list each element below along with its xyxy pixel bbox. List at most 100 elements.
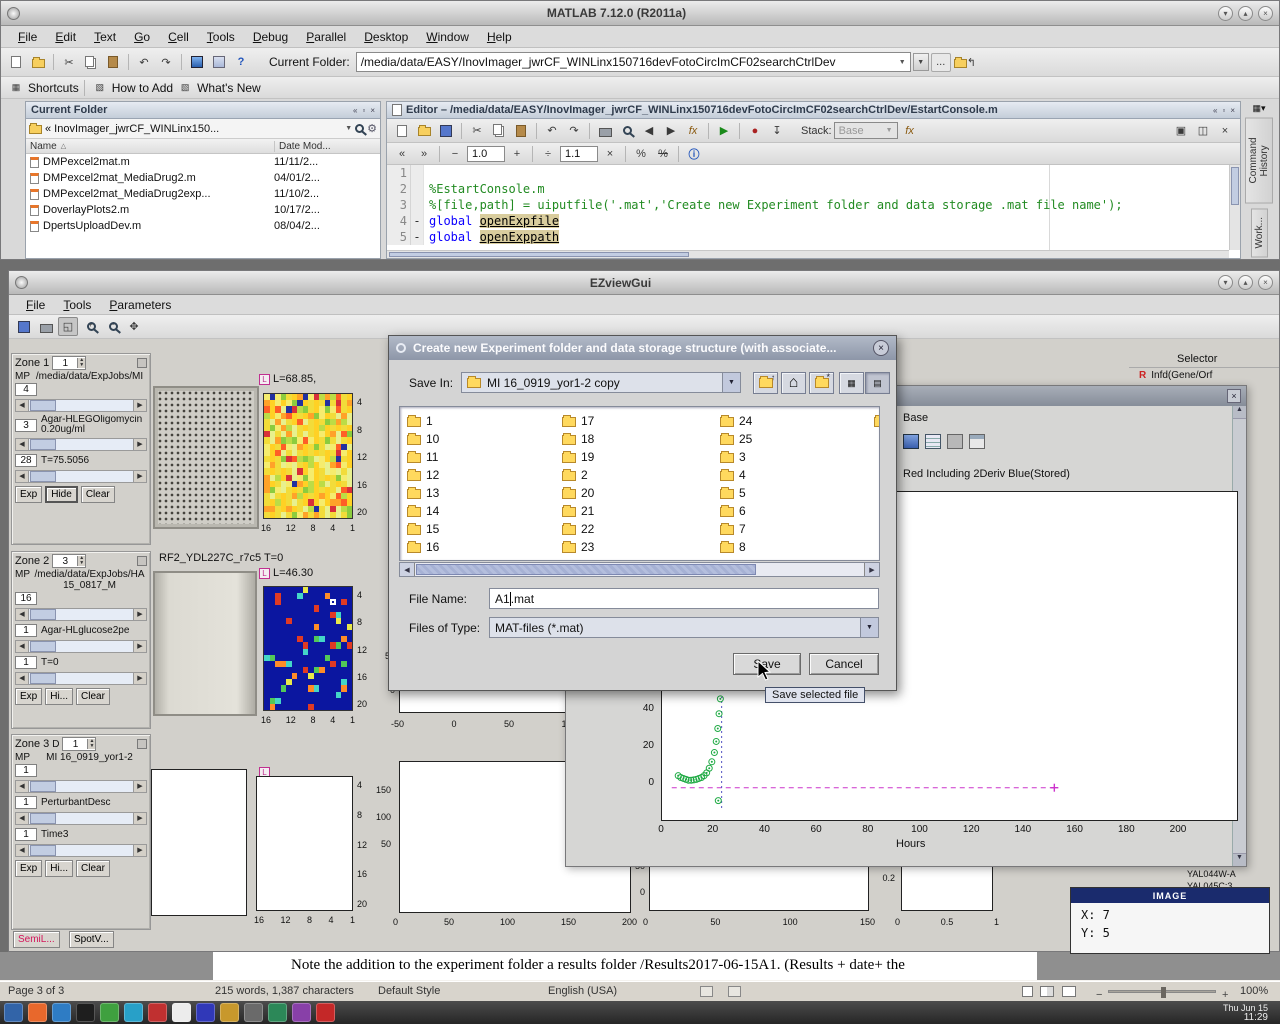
book-view-icon[interactable] — [1062, 986, 1076, 997]
chevron-down-icon[interactable]: ▼ — [860, 618, 878, 637]
plate-image-1[interactable] — [153, 386, 259, 529]
zone-corner-icon[interactable] — [137, 739, 147, 749]
column-date[interactable]: Date Mod... — [274, 141, 380, 152]
copy-icon[interactable] — [81, 53, 101, 72]
taskbar-app-icon[interactable] — [196, 1003, 215, 1022]
folder-item[interactable]: 1 — [407, 412, 557, 430]
zoom-in-icon[interactable]: + — [1222, 989, 1228, 1001]
matlab-menu-desktop[interactable]: Desktop — [355, 28, 417, 46]
spinner-buttons[interactable]: ▲▼ — [87, 739, 95, 749]
list-view-icon[interactable]: ▦ — [839, 372, 864, 394]
edit-plot-icon[interactable]: ◱ — [58, 317, 78, 336]
folder-item[interactable]: 11 — [407, 448, 557, 466]
maximize-button[interactable]: ▴ — [1238, 6, 1253, 21]
matlab-titlebar[interactable]: MATLAB 7.12.0 (R2011a) ▾ ▴ × — [1, 1, 1279, 26]
tab-command-history[interactable]: Command History — [1245, 118, 1273, 204]
close-icon[interactable]: × — [1227, 389, 1241, 403]
taskbar-app-icon[interactable] — [316, 1003, 335, 1022]
scroll-right-icon[interactable]: ▶ — [864, 563, 879, 576]
file-row[interactable]: DMPexcel2mat_MediaDrug2exp...11/10/2... — [26, 186, 380, 202]
step-icon[interactable]: ↧ — [767, 121, 787, 140]
ezview-menu-tools[interactable]: Tools — [54, 296, 100, 314]
info-icon[interactable]: ⓘ — [684, 144, 704, 163]
save-icon[interactable] — [14, 317, 34, 336]
save-in-combo[interactable]: MI 16_0919_yor1-2 copy ▼ — [461, 372, 741, 393]
folder-item[interactable]: 6 — [720, 502, 870, 520]
scroll-up-icon[interactable]: ▲ — [1233, 406, 1246, 419]
zone-corner-icon[interactable] — [137, 556, 147, 566]
clear-button[interactable]: Clear — [76, 860, 110, 877]
zoom-slider[interactable] — [1108, 990, 1216, 993]
time-index-field[interactable]: 1 — [15, 828, 37, 841]
folder-item[interactable]: 21 — [562, 502, 712, 520]
statusbar-style[interactable]: Default Style — [378, 985, 440, 997]
zone-slider[interactable]: ◀▶ — [15, 780, 147, 793]
folder-dropdown-button[interactable]: ▼ — [913, 53, 929, 71]
dock-menu-icon[interactable]: ▦▾ — [1252, 103, 1265, 114]
folder-item[interactable]: 17 — [562, 412, 712, 430]
increase-icon[interactable]: + — [507, 144, 527, 163]
hide-button[interactable]: Hide — [45, 486, 78, 503]
split-view-icon[interactable]: ◫ — [1193, 121, 1213, 140]
guide-icon[interactable] — [209, 53, 229, 72]
ezview-menu-parameters[interactable]: Parameters — [100, 296, 180, 314]
window-menu-icon[interactable] — [15, 276, 28, 289]
folder-item[interactable]: 9 — [874, 412, 880, 430]
run-icon[interactable]: ▶ — [714, 121, 734, 140]
print-icon[interactable] — [595, 121, 615, 140]
zone-slider[interactable]: ◀▶ — [15, 470, 147, 483]
decrease-icon[interactable]: − — [445, 144, 465, 163]
open-icon[interactable] — [414, 121, 434, 140]
cut-icon[interactable]: ✂ — [59, 53, 79, 72]
uncomment-icon[interactable]: % — [653, 144, 673, 163]
undock-icon[interactable]: ▫ — [362, 106, 365, 115]
folder-item[interactable]: 8 — [720, 538, 870, 556]
folder-item[interactable]: 20 — [562, 484, 712, 502]
insert-breakpoint-icon[interactable]: ● — [745, 121, 765, 140]
details-view-icon[interactable]: ▤ — [865, 372, 890, 394]
files-of-type-combo[interactable]: MAT-files (*.mat) ▼ — [489, 617, 879, 638]
open-file-icon[interactable] — [28, 53, 48, 72]
new-script-icon[interactable] — [6, 53, 26, 72]
taskbar-app-icon[interactable] — [148, 1003, 167, 1022]
code-line[interactable]: 4-global openExpfile — [387, 213, 1240, 229]
file-row[interactable]: DMPexcel2mat_MediaDrug2.m04/01/2... — [26, 170, 380, 186]
how-to-add-icon[interactable]: ▧ — [90, 78, 110, 97]
hide-button[interactable]: Hi... — [45, 860, 73, 877]
file-row[interactable]: DpertsUploadDev.m08/04/2... — [26, 218, 380, 234]
close-panel-icon[interactable]: × — [1230, 106, 1235, 115]
up-one-level-icon[interactable]: ↑ — [753, 372, 778, 394]
multi-page-view-icon[interactable] — [1040, 986, 1054, 997]
print-icon[interactable] — [36, 317, 56, 336]
taskbar-app-icon[interactable] — [292, 1003, 311, 1022]
paste-icon[interactable] — [511, 121, 531, 140]
shortcuts-grid-icon[interactable]: ▦ — [6, 78, 26, 97]
folder-item[interactable]: 16 — [407, 538, 557, 556]
window-menu-icon[interactable] — [7, 7, 20, 20]
plot-tools-icon[interactable] — [903, 434, 919, 449]
empty-plate-panel[interactable] — [151, 769, 247, 916]
folder-item[interactable]: 24 — [720, 412, 870, 430]
label-toggle-icon[interactable]: L — [259, 374, 270, 385]
matlab-menu-tools[interactable]: Tools — [198, 28, 244, 46]
forward-icon[interactable]: ▶ — [661, 121, 681, 140]
plate-image-2[interactable] — [153, 571, 257, 716]
find-icon[interactable] — [617, 121, 637, 140]
scrollbar-thumb[interactable] — [416, 564, 756, 575]
shortcut-how-to-add[interactable]: How to Add — [112, 81, 173, 95]
redo-icon[interactable]: ↷ — [564, 121, 584, 140]
ezview-titlebar[interactable]: EZviewGui ▾ ▴ × — [9, 271, 1279, 295]
stack-combo[interactable]: Base ▼ — [834, 122, 898, 139]
image-titlebar[interactable]: IMAGE — [1071, 888, 1269, 903]
statusbar-page[interactable]: Page 3 of 3 — [8, 985, 64, 997]
cut-icon[interactable]: ✂ — [467, 121, 487, 140]
save-icon[interactable] — [436, 121, 456, 140]
mp-value-field[interactable]: 16 — [15, 592, 37, 605]
matlab-menu-go[interactable]: Go — [125, 28, 159, 46]
exp-button[interactable]: Exp — [15, 860, 42, 877]
zone-slider[interactable]: ◀▶ — [15, 438, 147, 451]
spotview-button[interactable]: SpotV... — [69, 931, 114, 948]
pan-icon[interactable]: ✥ — [124, 317, 144, 336]
folder-item[interactable]: 2 — [562, 466, 712, 484]
editor-hscrollbar[interactable] — [387, 250, 1229, 258]
